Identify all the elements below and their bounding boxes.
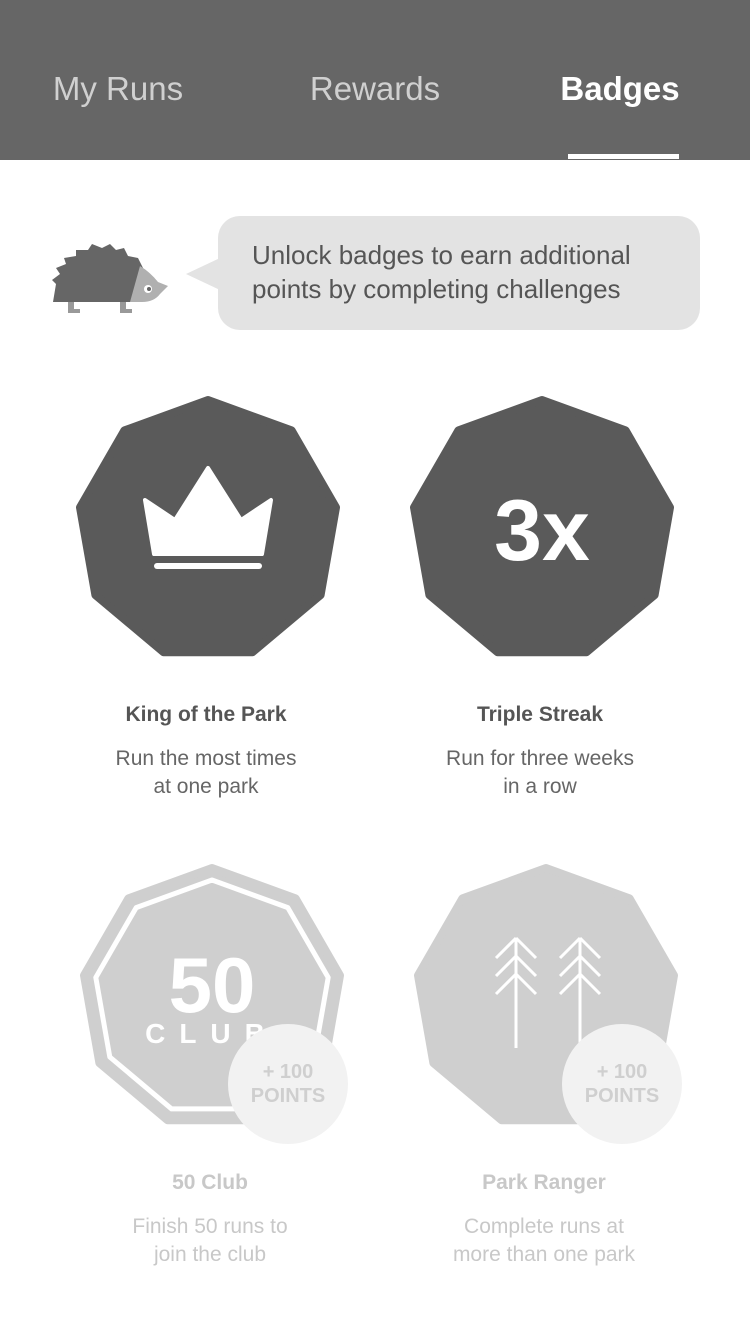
desc-line: join the club [153, 1243, 267, 1266]
badge-description: Run for three weeks in a row [390, 745, 690, 801]
desc-line: Complete runs at [464, 1215, 624, 1238]
badge-title: King of the Park [125, 703, 287, 726]
badge-50-club[interactable]: 50 CLUB + 100 POINTS [80, 864, 348, 1144]
badge-title: 50 Club [172, 1171, 248, 1194]
badge-description: Run the most times at one park [56, 745, 356, 801]
points-circle [228, 1024, 348, 1144]
points-circle [562, 1024, 682, 1144]
desc-line: Run the most times [115, 747, 297, 770]
badge-king-of-the-park[interactable] [76, 396, 340, 657]
desc-line: Finish 50 runs to [132, 1215, 288, 1238]
badge-park-ranger[interactable]: + 100 POINTS [414, 864, 682, 1144]
triple-streak-icon: 3x [494, 483, 590, 579]
badge-description: Complete runs at more than one park [394, 1213, 694, 1269]
fifty-icon-text: 50 [169, 941, 256, 1029]
badge-title: Park Ranger [482, 1171, 606, 1194]
desc-line: more than one park [452, 1243, 636, 1266]
desc-line: at one park [153, 775, 259, 798]
desc-line: in a row [503, 775, 577, 798]
reward-amount: + 100 [597, 1061, 648, 1083]
badge-description: Finish 50 runs to join the club [60, 1213, 360, 1269]
desc-line: Run for three weeks [446, 747, 634, 770]
reward-unit: POINTS [251, 1085, 325, 1107]
reward-unit: POINTS [585, 1085, 659, 1107]
badge-title: Triple Streak [476, 703, 604, 726]
reward-amount: + 100 [263, 1061, 314, 1083]
badge-triple-streak[interactable]: 3x [410, 396, 674, 657]
badges-grid: 3x 50 CLUB + 100 POINTS + 100 POINTS [76, 396, 682, 1144]
